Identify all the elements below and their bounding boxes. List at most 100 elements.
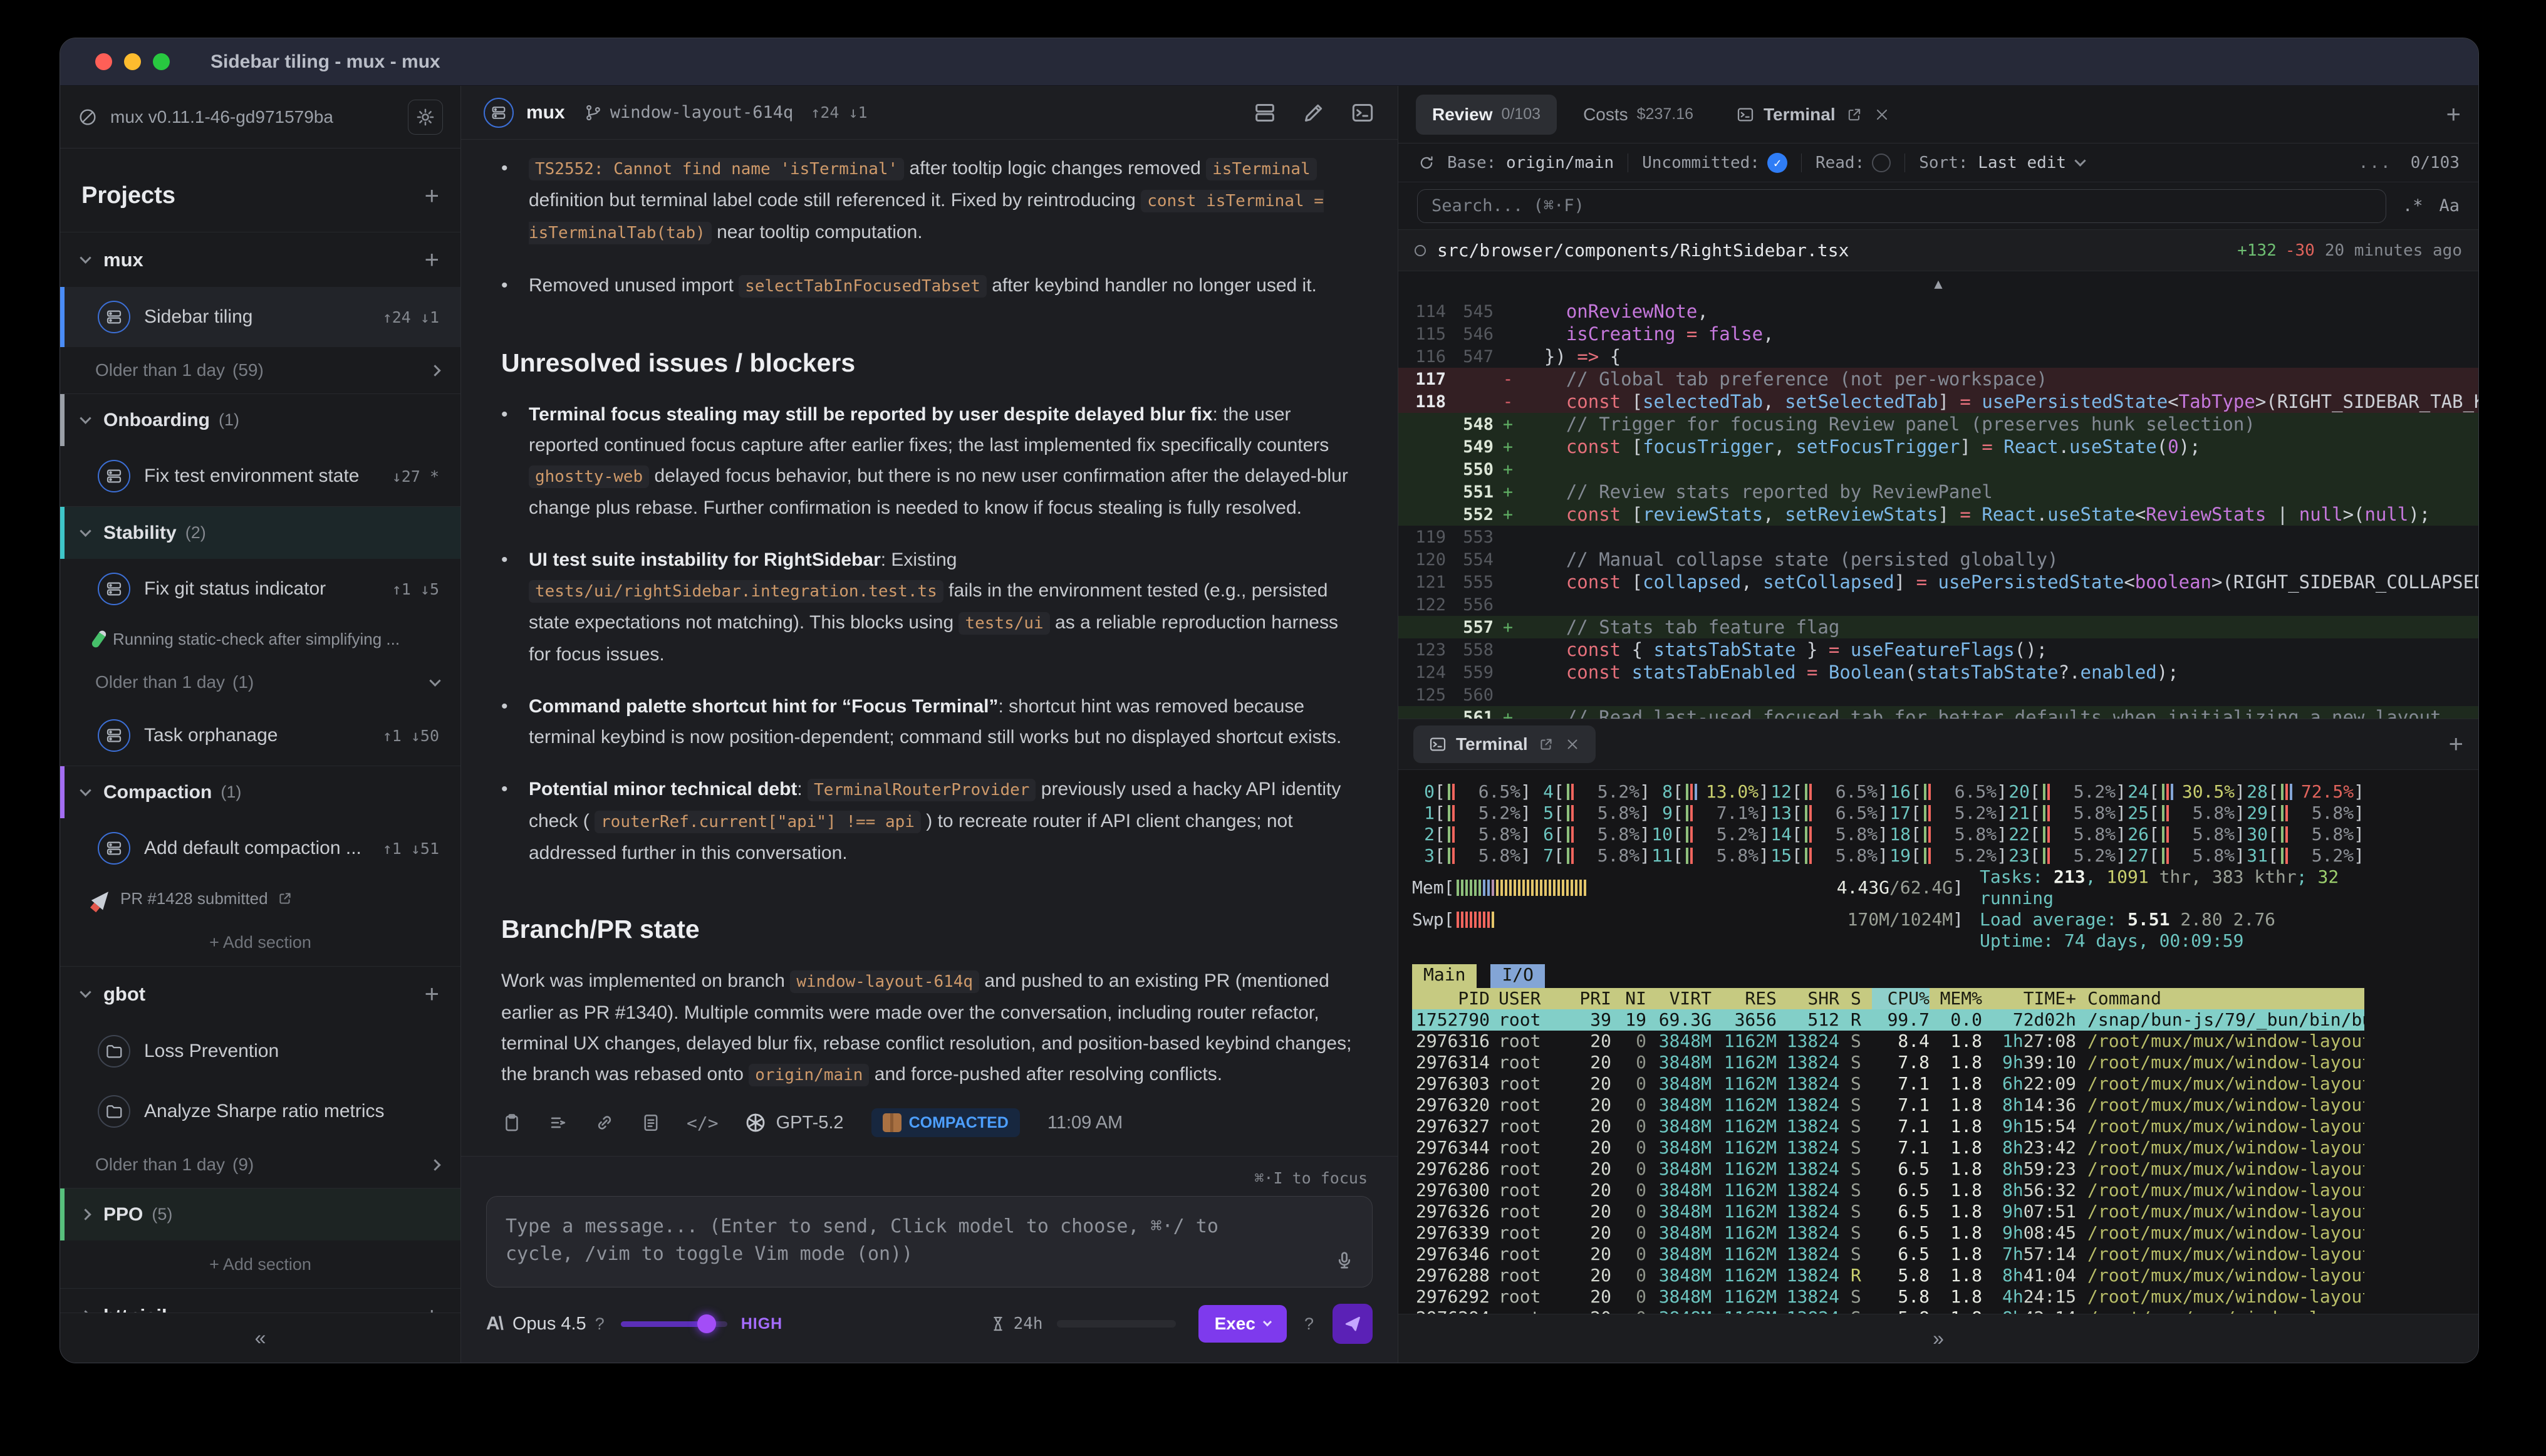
process-row[interactable]: 2976292root 200 3848M1162M13824 S 5.81.8… xyxy=(1412,1286,2364,1308)
process-row[interactable]: 2976294root 200 3848M1162M13824 S 5.81.8… xyxy=(1412,1308,2364,1314)
add-workspace-button[interactable]: + xyxy=(425,982,439,1007)
effort-slider[interactable] xyxy=(621,1321,727,1327)
diff-line[interactable]: 118 - const [selectedTab, setSelectedTab… xyxy=(1398,390,2478,413)
sort-select[interactable]: Last edit xyxy=(1978,153,2066,172)
workspace-item[interactable]: Task orphanage↑1 ↓50 xyxy=(60,705,460,766)
diff-line[interactable]: 125560 xyxy=(1398,684,2478,706)
add-section-button[interactable]: + Add section xyxy=(60,918,460,966)
clipboard-icon[interactable] xyxy=(501,1112,522,1133)
layout-icon[interactable] xyxy=(1252,100,1277,125)
diff-line[interactable]: 548 + // Trigger for focusing Review pan… xyxy=(1398,413,2478,435)
mic-icon[interactable] xyxy=(1333,1249,1356,1272)
diff-line[interactable]: 124559 const statsTabEnabled = Boolean(s… xyxy=(1398,661,2478,684)
diff-line[interactable]: 551 + // Review stats reported by Review… xyxy=(1398,481,2478,503)
read-checkbox[interactable] xyxy=(1872,153,1891,172)
diff-line[interactable]: 119553 xyxy=(1398,526,2478,548)
list-icon[interactable] xyxy=(548,1112,569,1133)
process-row[interactable]: 2976314root 200 3848M1162M13824 S 7.81.8… xyxy=(1412,1052,2364,1073)
diff-line[interactable]: 123558 const { statsTabState } = useFeat… xyxy=(1398,638,2478,661)
close-icon[interactable] xyxy=(1564,736,1581,752)
process-row[interactable]: 2976320root 200 3848M1162M13824 S 7.11.8… xyxy=(1412,1095,2364,1116)
diff-line[interactable]: 552 + const [reviewStats, setReviewStats… xyxy=(1398,503,2478,526)
refresh-icon[interactable] xyxy=(1417,153,1436,172)
section-row[interactable]: PPO(5) xyxy=(60,1188,460,1240)
project-row[interactable]: gbot+ xyxy=(60,966,460,1021)
external-link-icon[interactable] xyxy=(1846,106,1863,123)
workspace-item[interactable]: Loss Prevention xyxy=(60,1021,460,1081)
settings-button[interactable] xyxy=(408,100,443,135)
process-row[interactable]: 2976344root 200 3848M1162M13824 S 7.11.8… xyxy=(1412,1137,2364,1158)
diff-line[interactable]: 549 + const [focusTrigger, setFocusTrigg… xyxy=(1398,435,2478,458)
message-input[interactable] xyxy=(487,1197,1301,1287)
workspace-item[interactable]: Fix test environment state↓27 * xyxy=(60,446,460,506)
terminal-icon[interactable] xyxy=(1350,100,1375,125)
process-row[interactable]: 2976326root 200 3848M1162M13824 S 6.51.8… xyxy=(1412,1201,2364,1222)
process-row[interactable]: 2976327root 200 3848M1162M13824 S 7.11.8… xyxy=(1412,1116,2364,1137)
more-button[interactable]: ... xyxy=(2359,153,2392,172)
exec-button[interactable]: Exec xyxy=(1198,1305,1287,1343)
zoom-window-button[interactable] xyxy=(153,53,170,70)
collapse-sidebar-button[interactable]: « xyxy=(255,1326,266,1349)
diff-view[interactable]: ▲ 114545 onReviewNote, 115546 isCreating… xyxy=(1398,271,2478,719)
add-workspace-button[interactable]: + xyxy=(425,247,439,273)
process-table-header[interactable]: PIDUSERPRINIVIRTRESSHRSCPU%MEM%TIME+Comm… xyxy=(1412,988,2364,1009)
process-row[interactable]: 2976316root 200 3848M1162M13824 S 8.41.8… xyxy=(1412,1031,2364,1052)
workspace-item[interactable]: Fix git status indicator↑1 ↓5 xyxy=(60,559,460,619)
diff-line[interactable]: 116547 }) => { xyxy=(1398,345,2478,368)
section-row[interactable]: Onboarding(1) xyxy=(60,393,460,446)
terminal-output[interactable]: 0[6.5%]4[5.2%]8[13.0%]12[6.5%]16[6.5%]20… xyxy=(1398,770,2478,1314)
project-row[interactable]: httpjail+ xyxy=(60,1288,460,1313)
process-row[interactable]: 2976303root 200 3848M1162M13824 S 7.11.8… xyxy=(1412,1073,2364,1095)
older-group-row[interactable]: Older than 1 day(59) xyxy=(60,347,460,393)
new-terminal-button[interactable]: + xyxy=(2449,732,2463,757)
diff-line[interactable]: 120554 // Manual collapse state (persist… xyxy=(1398,548,2478,571)
diff-line[interactable]: 550 + xyxy=(1398,458,2478,481)
model-selector[interactable]: Opus 4.5 xyxy=(512,1314,586,1334)
search-input[interactable] xyxy=(1417,189,2386,223)
process-row[interactable]: 2976339root 200 3848M1162M13824 S 6.51.8… xyxy=(1412,1222,2364,1244)
tab-costs[interactable]: Costs$237.16 xyxy=(1567,95,1710,135)
diff-line[interactable]: 122556 xyxy=(1398,593,2478,616)
older-group-row[interactable]: Older than 1 day(1) xyxy=(60,659,460,705)
workspace-item[interactable]: Add default compaction ...↑1 ↓51 xyxy=(60,818,460,878)
process-row[interactable]: 1752790root 3919 69.3G3656512 R 99.70.0 … xyxy=(1412,1009,2364,1031)
model-help[interactable]: ? xyxy=(595,1314,605,1334)
workspace-item[interactable]: Sidebar tiling↑24 ↓1 xyxy=(60,287,460,347)
expand-right-button[interactable]: » xyxy=(1933,1327,1944,1350)
close-icon[interactable] xyxy=(1873,106,1891,123)
diff-line[interactable]: 557 + // Stats tab feature flag xyxy=(1398,616,2478,638)
regex-toggle[interactable]: .* xyxy=(2403,196,2423,216)
close-window-button[interactable] xyxy=(95,53,112,70)
code-icon[interactable]: </> xyxy=(687,1113,719,1133)
case-toggle[interactable]: Aa xyxy=(2439,196,2460,216)
section-row[interactable]: Compaction(1) xyxy=(60,766,460,818)
tab-terminal[interactable]: Terminal xyxy=(1720,95,1907,135)
process-row[interactable]: 2976346root 200 3848M1162M13824 S 6.51.8… xyxy=(1412,1244,2364,1265)
process-row[interactable]: 2976286root 200 3848M1162M13824 S 6.51.8… xyxy=(1412,1158,2364,1180)
base-branch[interactable]: origin/main xyxy=(1506,153,1614,172)
document-icon[interactable] xyxy=(640,1112,662,1133)
diff-line[interactable]: 121555 const [collapsed, setCollapsed] =… xyxy=(1398,571,2478,593)
send-button[interactable] xyxy=(1333,1304,1373,1344)
add-section-button[interactable]: + Add section xyxy=(60,1240,460,1288)
older-group-row[interactable]: Older than 1 day(9) xyxy=(60,1141,460,1188)
workspace-item[interactable]: Analyze Sharpe ratio metrics xyxy=(60,1081,460,1141)
process-row[interactable]: 2976300root 200 3848M1162M13824 S 6.51.8… xyxy=(1412,1180,2364,1201)
section-row[interactable]: Stability(2) xyxy=(60,506,460,559)
uncommitted-checkbox[interactable]: ✓ xyxy=(1767,153,1787,173)
exec-help[interactable]: ? xyxy=(1304,1314,1314,1334)
minimize-window-button[interactable] xyxy=(124,53,141,70)
link-icon[interactable] xyxy=(594,1112,615,1133)
diff-file-header[interactable]: src/browser/components/RightSidebar.tsx … xyxy=(1398,230,2478,271)
project-row[interactable]: mux+ xyxy=(60,232,460,287)
new-tab-button[interactable]: + xyxy=(2446,102,2461,127)
add-project-button[interactable]: + xyxy=(425,184,439,209)
htop-tab-main[interactable]: Main xyxy=(1412,964,1477,988)
edit-icon[interactable] xyxy=(1301,100,1326,125)
diff-line[interactable]: 114545 onReviewNote, xyxy=(1398,300,2478,323)
external-link-icon[interactable] xyxy=(277,890,293,907)
external-link-icon[interactable] xyxy=(1538,736,1554,752)
process-row[interactable]: 2976288root 200 3848M1162M13824 R 5.81.8… xyxy=(1412,1265,2364,1286)
diff-line[interactable]: 115546 isCreating = false, xyxy=(1398,323,2478,345)
diff-line[interactable]: 561 + // Read last-used focused tab for … xyxy=(1398,706,2478,719)
